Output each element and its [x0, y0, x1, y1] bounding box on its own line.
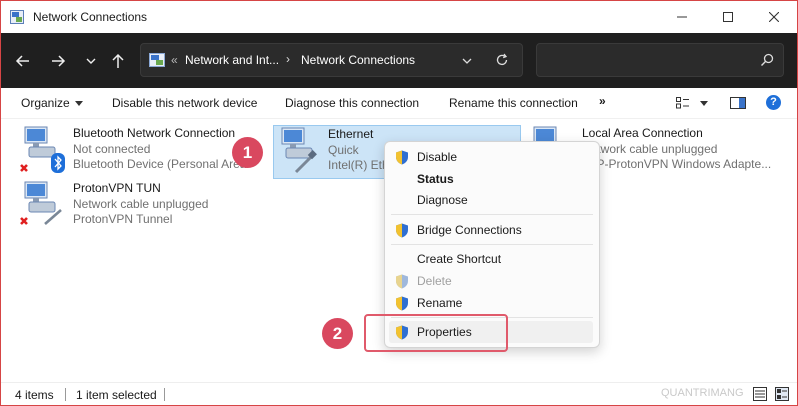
- chevron-down-icon[interactable]: [461, 55, 473, 67]
- uac-shield-icon: [396, 150, 408, 165]
- address-toolbar: « Network and Int... › Network Connectio…: [1, 33, 797, 88]
- up-button[interactable]: [108, 51, 128, 71]
- menu-item-label: Delete: [417, 274, 452, 288]
- search-input[interactable]: [545, 51, 749, 71]
- connection-status: Network cable unplugged: [73, 197, 209, 211]
- uac-shield-icon: [396, 274, 408, 289]
- item-count: 4 items: [15, 388, 54, 402]
- title-bar: Network Connections: [1, 1, 797, 33]
- selection-count: 1 item selected: [76, 388, 157, 402]
- recent-locations-button[interactable]: [81, 51, 101, 71]
- menu-item-rename[interactable]: Rename: [385, 292, 599, 314]
- connection-item-protonvpn-tun[interactable]: ProtonVPN TUN Network cable unplugged Pr…: [19, 180, 269, 234]
- arrow-up-icon: [112, 53, 124, 68]
- rename-connection-button[interactable]: Rename this connection: [449, 96, 578, 110]
- menu-item-disable[interactable]: Disable: [385, 146, 599, 168]
- disable-device-button[interactable]: Disable this network device: [112, 96, 257, 110]
- caret-down-icon: [74, 100, 83, 106]
- details-view-icon[interactable]: [753, 387, 767, 401]
- status-bar: 4 items 1 item selected QUANTRIMANG: [1, 382, 797, 405]
- properties-highlight-box: [364, 314, 508, 352]
- tiles-view-icon[interactable]: [775, 387, 789, 401]
- menu-item-label: Diagnose: [417, 193, 468, 207]
- connection-device: TAP-ProtonVPN Windows Adapte...: [582, 157, 772, 171]
- menu-item-diagnose[interactable]: Diagnose: [385, 189, 599, 211]
- diagnose-connection-button[interactable]: Diagnose this connection: [285, 96, 419, 110]
- maximize-button[interactable]: [705, 1, 751, 33]
- caret-down-icon[interactable]: [700, 101, 708, 107]
- network-connections-icon: [10, 10, 24, 24]
- status-separator: [65, 388, 66, 401]
- connection-status: Quick: [328, 143, 359, 157]
- connection-name: Bluetooth Network Connection: [73, 126, 236, 140]
- connection-status: Not connected: [73, 142, 151, 156]
- close-icon: [769, 12, 779, 22]
- menu-item-delete: Delete: [385, 270, 599, 292]
- address-overflow[interactable]: «: [171, 53, 178, 67]
- connection-name: Ethernet: [328, 127, 374, 141]
- network-adapter-icon: [20, 181, 62, 225]
- menu-separator: [391, 244, 593, 245]
- back-button[interactable]: [13, 51, 33, 71]
- connection-device: Bluetooth Device (Personal Area: [73, 157, 247, 171]
- watermark: QUANTRIMANG: [661, 387, 744, 399]
- change-view-icon[interactable]: [676, 97, 690, 109]
- menu-item-status[interactable]: Status: [385, 168, 599, 190]
- connection-device: Intel(R) Eth: [328, 158, 389, 172]
- menu-item-label: Bridge Connections: [417, 223, 522, 237]
- network-connections-icon: [149, 53, 165, 67]
- breadcrumb-network-and-internet[interactable]: Network and Int...: [185, 53, 279, 67]
- window-title: Network Connections: [33, 10, 148, 24]
- help-icon[interactable]: ?: [766, 95, 781, 110]
- preview-pane-icon[interactable]: [730, 97, 746, 109]
- search-icon[interactable]: [760, 53, 774, 67]
- chevron-down-icon: [86, 58, 96, 64]
- breadcrumb-network-connections[interactable]: Network Connections: [301, 53, 415, 67]
- status-separator: [164, 388, 165, 401]
- menu-item-label: Create Shortcut: [417, 252, 502, 266]
- ethernet-adapter-icon: [281, 127, 317, 174]
- step-badge-1: 1: [232, 137, 263, 168]
- address-bar[interactable]: « Network and Int... › Network Connectio…: [140, 43, 523, 77]
- search-box[interactable]: [536, 43, 784, 77]
- connection-device: ProtonVPN Tunnel: [73, 212, 173, 226]
- minimize-button[interactable]: [659, 1, 705, 33]
- connection-status: Network cable unplugged: [582, 142, 718, 156]
- arrow-right-icon: [52, 55, 66, 67]
- menu-item-bridge-connections[interactable]: Bridge Connections: [385, 219, 599, 241]
- more-commands-button[interactable]: »: [599, 94, 606, 108]
- organize-label: Organize: [21, 96, 70, 110]
- forward-button[interactable]: [48, 51, 68, 71]
- refresh-icon[interactable]: [495, 53, 509, 67]
- breadcrumb-separator: ›: [286, 52, 290, 66]
- uac-shield-icon: [396, 296, 408, 311]
- close-button[interactable]: [751, 1, 797, 33]
- command-bar: Organize Disable this network device Dia…: [1, 88, 797, 119]
- uac-shield-icon: [396, 223, 408, 238]
- organize-button[interactable]: Organize: [21, 96, 83, 110]
- menu-item-create-shortcut[interactable]: Create Shortcut: [385, 248, 599, 270]
- connection-name: ProtonVPN TUN: [73, 181, 161, 195]
- arrow-left-icon: [15, 55, 29, 67]
- bluetooth-icon: [51, 153, 65, 173]
- minimize-icon: [677, 16, 687, 18]
- connection-name: Local Area Connection: [582, 126, 703, 140]
- maximize-icon: [723, 12, 733, 22]
- network-connections-window: Network Connections « Network and Int...…: [0, 0, 798, 406]
- menu-item-label: Disable: [417, 150, 458, 164]
- menu-item-label: Rename: [417, 296, 463, 310]
- step-badge-2: 2: [322, 318, 353, 349]
- menu-item-label: Status: [417, 172, 454, 186]
- menu-separator: [391, 214, 593, 215]
